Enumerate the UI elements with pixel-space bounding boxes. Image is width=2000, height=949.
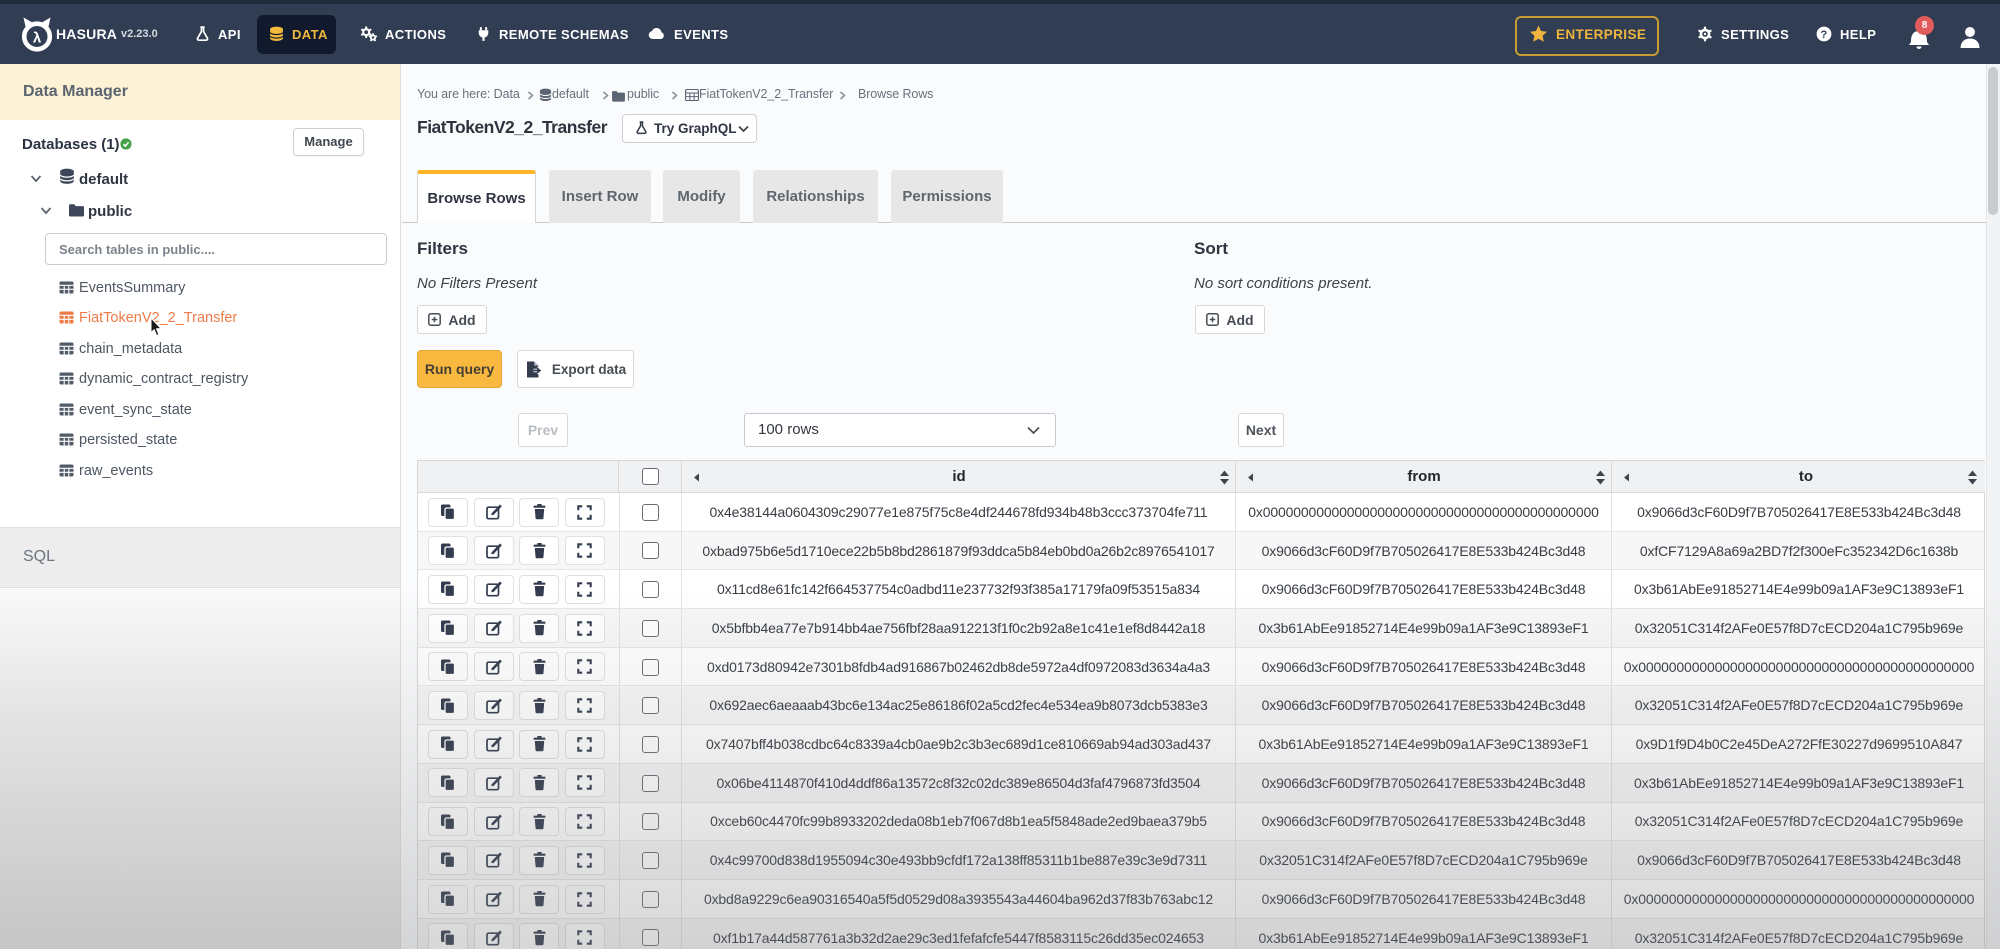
svg-text:?: ? <box>1820 29 1827 41</box>
svg-text:λ: λ <box>33 30 42 47</box>
